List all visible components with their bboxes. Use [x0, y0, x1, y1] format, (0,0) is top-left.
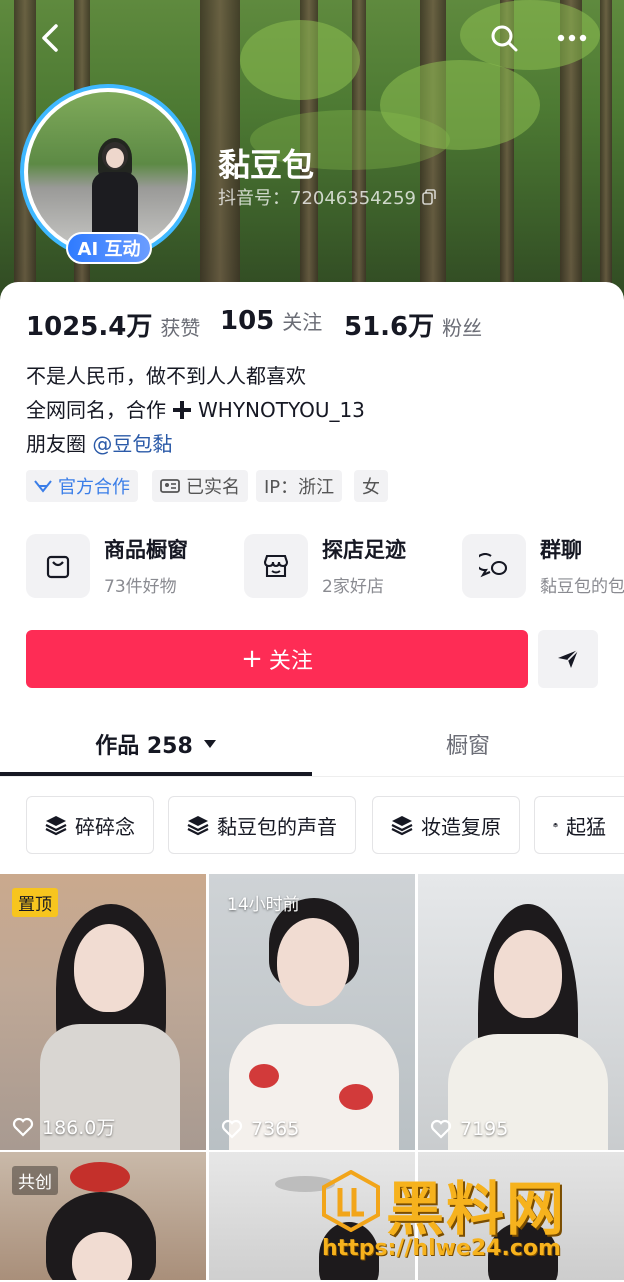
- tag-ip: IP：浙江: [256, 470, 343, 502]
- collection-chip-label: 起猛: [566, 814, 606, 839]
- service-store-visits[interactable]: 探店足迹 2家好店: [244, 534, 406, 598]
- bio-line-2-prefix: 全网同名，合作: [26, 398, 166, 422]
- collection-chip[interactable]: 起猛: [534, 796, 624, 854]
- collection-chip-label: 碎碎念: [75, 814, 135, 839]
- tag-ip-label: IP：浙江: [264, 477, 335, 498]
- service-group-chat[interactable]: 群聊 黏豆包的包: [462, 534, 624, 598]
- service-showcase-sub: 73件好物: [104, 577, 177, 597]
- service-showcase-title: 商品橱窗: [104, 538, 188, 562]
- stat-likes-value: 1025.4万: [26, 312, 153, 342]
- layers-icon: [553, 822, 558, 828]
- layers-icon: [187, 816, 209, 836]
- bio-line-3-prefix: 朋友圈: [26, 432, 86, 456]
- collection-chip[interactable]: 妆造复原: [372, 796, 520, 854]
- search-icon: [491, 25, 518, 52]
- caret-down-icon: [203, 740, 216, 748]
- layers-icon: [391, 816, 413, 836]
- video-likes-count: 186.0万: [42, 1117, 116, 1139]
- bio: 不是人民币，做不到人人都喜欢 全网同名，合作 WHYNOTYOU_13 朋友圈 …: [26, 359, 365, 461]
- service-store-title: 探店足迹: [322, 538, 406, 562]
- bio-line-2-suffix: WHYNOTYOU_13: [198, 398, 365, 422]
- watermark: 黑料网 https://hlwe24.com: [320, 1166, 620, 1276]
- stat-following-label: 关注: [282, 310, 323, 334]
- back-button[interactable]: [30, 18, 70, 58]
- tag-official[interactable]: 官方合作: [26, 470, 138, 502]
- heart-icon: [430, 1119, 452, 1139]
- back-icon: [42, 24, 58, 52]
- tab-works-label: 作品 258: [95, 734, 193, 759]
- stat-following-value: 105: [220, 306, 275, 336]
- more-button[interactable]: [552, 18, 592, 58]
- stat-followers-value: 51.6万: [344, 312, 435, 342]
- co-create-badge: 共创: [12, 1166, 58, 1195]
- stat-followers-label: 粉丝: [442, 316, 483, 340]
- copy-icon[interactable]: [422, 189, 436, 205]
- service-showcase[interactable]: 商品橱窗 73件好物: [26, 534, 188, 598]
- follow-button[interactable]: + 关注: [26, 630, 528, 688]
- watermark-logo-text: 黑料网: [386, 1175, 567, 1243]
- message-button[interactable]: [538, 630, 598, 688]
- tag-verified-label: 已实名: [186, 477, 240, 498]
- video-thumbnail[interactable]: 共创: [0, 1152, 206, 1280]
- plus-icon: [173, 401, 191, 419]
- tag-official-label: 官方合作: [58, 477, 130, 498]
- send-icon: [558, 649, 579, 668]
- video-likes: 7195: [430, 1118, 508, 1140]
- stat-likes: 1025.4万 获赞: [26, 306, 200, 343]
- douyin-id-row[interactable]: 抖音号：72046354259: [218, 184, 436, 210]
- douyin-id: 抖音号：72046354259: [218, 188, 416, 209]
- official-icon: [34, 480, 52, 493]
- shopping-bag-icon: [26, 534, 90, 598]
- collection-chip-label: 黏豆包的声音: [217, 814, 337, 839]
- pinned-badge: 置顶: [12, 888, 58, 917]
- store-icon: [244, 534, 308, 598]
- collection-chip[interactable]: 碎碎念: [26, 796, 154, 854]
- chat-icon: [462, 534, 526, 598]
- ai-interact-badge[interactable]: AI 互动: [66, 232, 152, 264]
- video-likes: 7365: [221, 1118, 299, 1140]
- collection-chip[interactable]: 黏豆包的声音: [168, 796, 356, 854]
- profile-name: 黏豆包: [218, 146, 315, 184]
- tab-showcase[interactable]: 橱窗: [312, 710, 624, 778]
- stat-followers[interactable]: 51.6万 粉丝: [344, 306, 482, 343]
- bio-line-3: 朋友圈 @豆包黏: [26, 427, 365, 461]
- tab-divider: [0, 776, 624, 777]
- stat-following[interactable]: 105 关注: [220, 306, 322, 336]
- search-button[interactable]: [484, 18, 524, 58]
- watermark-logo-icon: [322, 1170, 380, 1232]
- more-icon: [557, 34, 587, 42]
- follow-plus: +: [241, 644, 263, 674]
- avatar-image: [28, 92, 188, 252]
- video-likes-count: 7365: [251, 1118, 300, 1140]
- heart-icon: [221, 1119, 243, 1139]
- follow-label: 关注: [268, 649, 313, 674]
- video-likes: 186.0万: [12, 1113, 115, 1140]
- time-badge: 14小时前: [227, 895, 300, 915]
- tag-verified[interactable]: 已实名: [152, 470, 248, 502]
- stat-likes-label: 获赞: [160, 316, 201, 340]
- video-likes-count: 7195: [460, 1118, 509, 1140]
- service-chat-sub: 黏豆包的包: [540, 577, 624, 597]
- tab-showcase-label: 橱窗: [445, 734, 490, 759]
- tab-works[interactable]: 作品 258: [0, 710, 312, 778]
- service-store-sub: 2家好店: [322, 577, 384, 597]
- bio-line-2: 全网同名，合作 WHYNOTYOU_13: [26, 393, 365, 427]
- video-thumbnail[interactable]: 14小时前 7365: [209, 874, 415, 1150]
- video-thumbnail[interactable]: 置顶 186.0万: [0, 874, 206, 1150]
- collection-chip-label: 妆造复原: [421, 814, 501, 839]
- heart-icon: [12, 1117, 34, 1137]
- id-card-icon: [160, 479, 180, 493]
- tag-gender-label: 女: [362, 477, 380, 498]
- tag-gender: 女: [354, 470, 388, 502]
- bio-line-1: 不是人民币，做不到人人都喜欢: [26, 364, 306, 388]
- watermark-url: https://hlwe24.com: [322, 1236, 561, 1261]
- ai-badge-label: AI 互动: [77, 239, 141, 260]
- bio-mention-link[interactable]: @豆包黏: [92, 432, 172, 456]
- service-chat-title: 群聊: [540, 538, 582, 562]
- video-thumbnail[interactable]: 7195: [418, 874, 624, 1150]
- layers-icon: [45, 816, 67, 836]
